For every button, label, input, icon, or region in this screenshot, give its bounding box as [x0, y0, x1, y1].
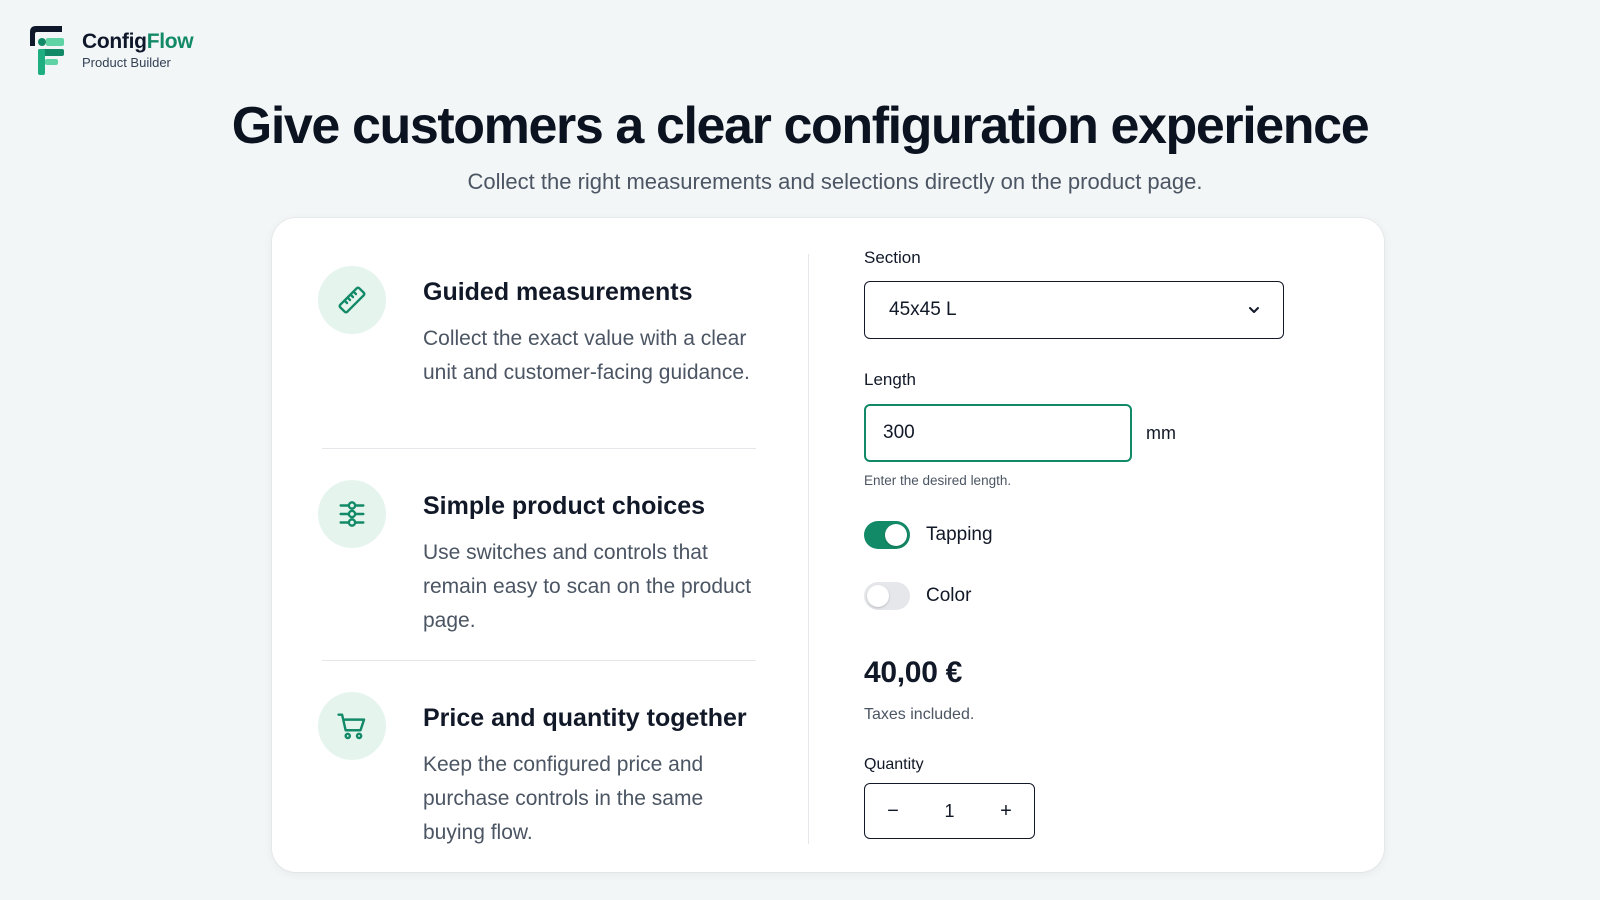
configflow-logo-icon — [30, 26, 64, 75]
page: ConfigFlow Product Builder Give customer… — [0, 0, 1600, 900]
length-label: Length — [864, 370, 916, 389]
ruler-icon — [318, 266, 386, 334]
feature-divider — [322, 660, 756, 661]
quantity-decrease-button[interactable]: − — [879, 797, 907, 825]
hero-title: Give customers a clear configuration exp… — [231, 97, 1370, 155]
toggle-knob — [885, 524, 907, 546]
feature-divider — [322, 448, 756, 449]
feature-description: Collect the exact value with a clear uni… — [423, 327, 750, 384]
feature-title: Simple product choices — [423, 492, 706, 520]
configurator-card: Guided measurements Collect the exact va… — [272, 218, 1384, 872]
length-unit: mm — [1146, 423, 1176, 443]
price: 40,00 € — [864, 656, 962, 689]
section-selected-value: 45x45 L — [889, 299, 957, 320]
color-toggle-row[interactable]: Color — [864, 582, 971, 610]
quantity-value[interactable]: 1 — [944, 801, 954, 822]
toggle-knob — [867, 585, 889, 607]
tapping-toggle[interactable] — [864, 521, 910, 549]
tapping-toggle-row[interactable]: Tapping — [864, 521, 993, 549]
tapping-label: Tapping — [926, 524, 993, 545]
quantity-stepper: − 1 + — [864, 783, 1035, 839]
section-select[interactable]: 45x45 L — [864, 281, 1284, 339]
color-toggle[interactable] — [864, 582, 910, 610]
feature-title: Guided measurements — [423, 278, 693, 306]
chevron-down-icon — [1249, 307, 1259, 313]
cart-icon — [318, 692, 386, 760]
hero-subtitle: Collect the right measurements and selec… — [467, 169, 1203, 194]
brand-name-part2: Flow — [146, 30, 194, 53]
quantity-increase-button[interactable]: + — [992, 797, 1020, 825]
feature-description: Use switches and controls that remain ea… — [423, 541, 752, 632]
product-config-form: Section 45x45 L Length mm Enter the desi… — [864, 218, 1344, 872]
color-label: Color — [926, 585, 972, 606]
tax-note: Taxes included. — [864, 706, 975, 723]
brand-logo[interactable]: ConfigFlow Product Builder — [26, 24, 194, 76]
column-divider — [808, 254, 809, 844]
length-help-text: Enter the desired length. — [864, 473, 1012, 488]
feature-title: Price and quantity together — [423, 704, 747, 732]
brand-name-part1: Config — [82, 30, 147, 53]
brand-subtitle: Product Builder — [82, 55, 171, 70]
brand-name: ConfigFlow — [82, 30, 194, 53]
length-input[interactable] — [864, 404, 1132, 462]
quantity-label: Quantity — [864, 756, 924, 773]
section-label: Section — [864, 248, 921, 267]
feature-description: Keep the configured price and purchase c… — [423, 753, 704, 844]
sliders-icon — [318, 480, 386, 548]
